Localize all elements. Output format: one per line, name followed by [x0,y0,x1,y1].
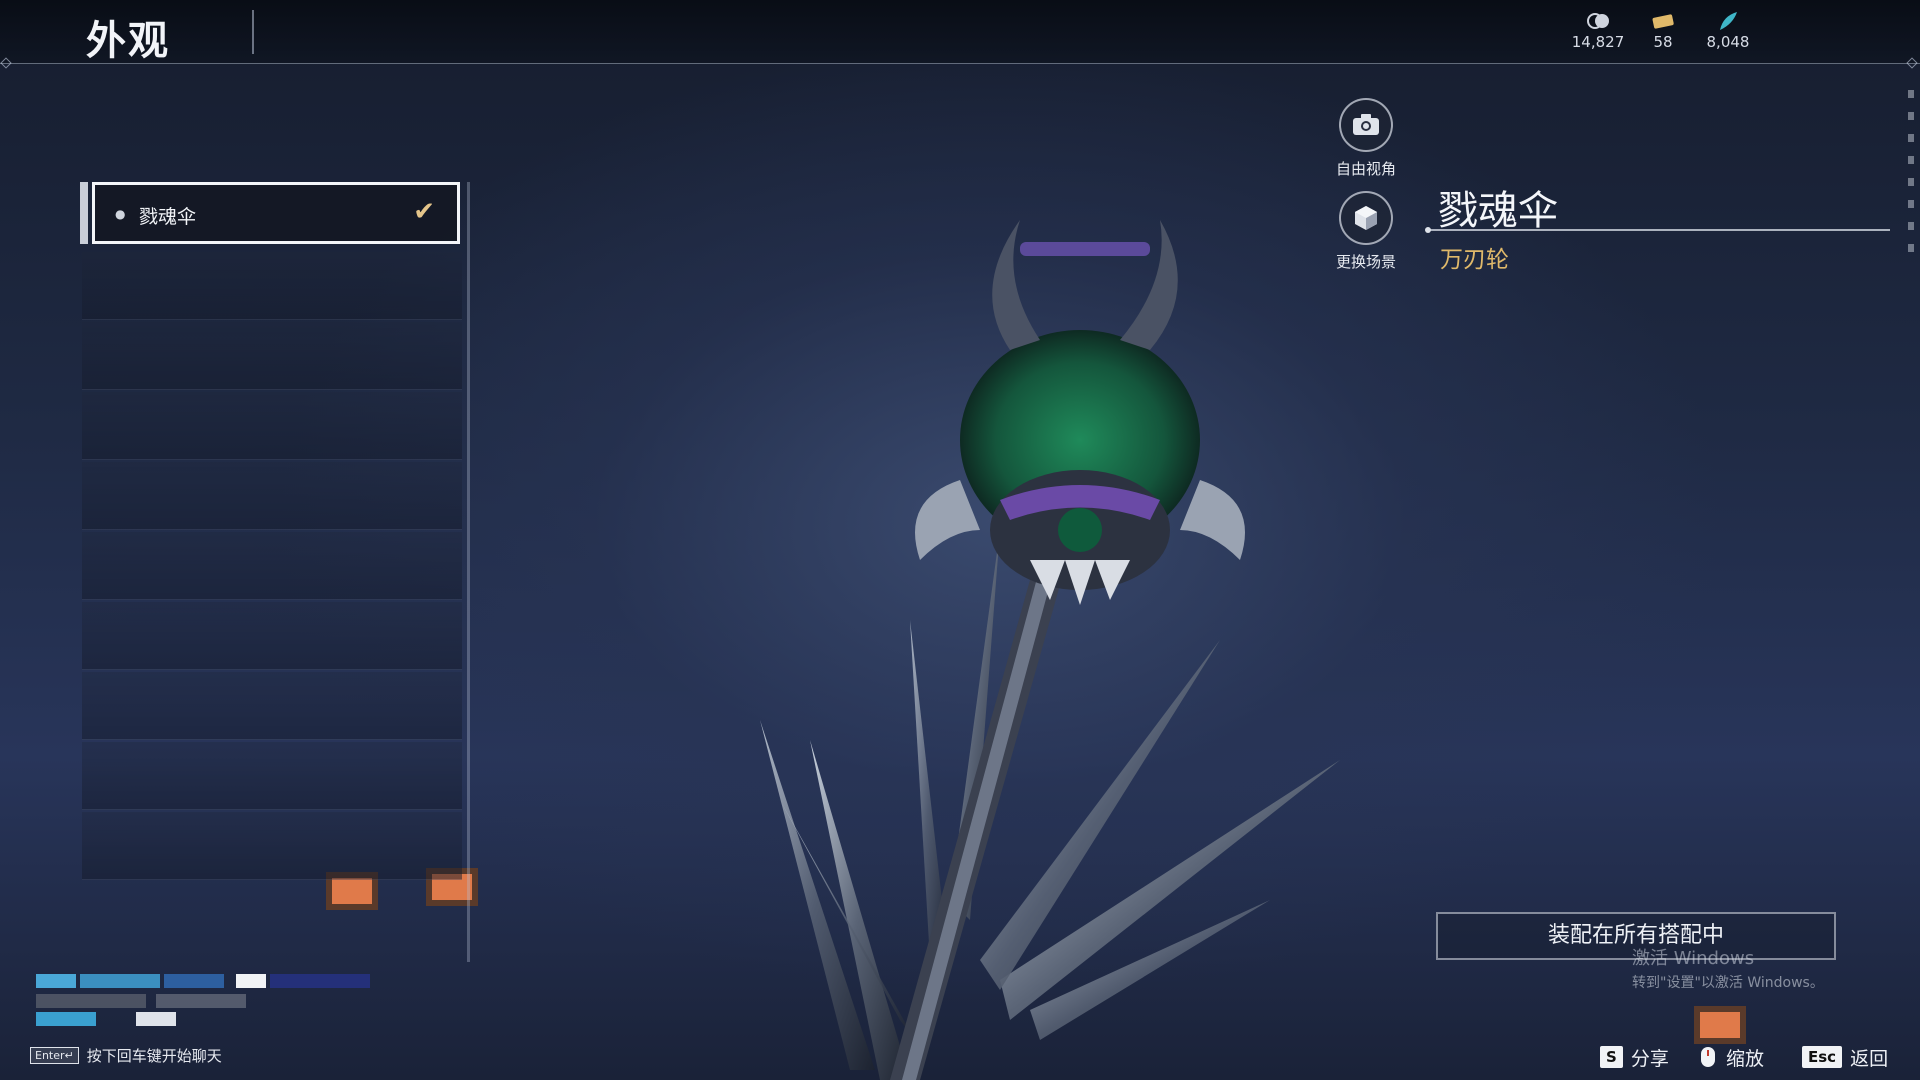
list-item-empty[interactable] [82,322,462,390]
currency-value: 8,048 [1706,33,1750,51]
list-item-empty[interactable] [82,532,462,600]
weapon-preview-model [760,220,1340,1080]
list-item-empty[interactable] [82,602,462,670]
top-divider [0,63,1920,64]
chat-hint-text: 按下回车键开始聊天 [86,1047,222,1065]
page-title: 外观 [86,18,170,64]
list-selection-rail [80,182,88,244]
share-label: 分享 [1630,1047,1669,1070]
currency-coin: 14,827 [1563,10,1633,51]
back-hint[interactable]: Esc 返回 [1802,1044,1888,1070]
droplet-icon: ● [115,207,126,221]
currency-feather: 8,048 [1693,10,1763,51]
info-scrollbar[interactable] [1908,90,1914,280]
list-item-empty[interactable] [82,392,462,460]
cube-icon [1355,206,1377,230]
s-key-badge: S [1600,1046,1623,1068]
chat-log-censored [36,972,396,1032]
chat-hint: Enter↵ 按下回车键开始聊天 [30,1045,222,1066]
title-separator [252,10,254,54]
currency-value: 14,827 [1571,33,1625,51]
list-item-selected[interactable]: ● 戮魂伞 ✔ [92,182,460,244]
ticket-icon [1652,14,1674,29]
free-view-label: 自由视角 [1335,160,1396,178]
back-label: 返回 [1850,1047,1889,1070]
change-scene-button[interactable]: 更换场景 [1321,191,1411,272]
feather-icon [1720,12,1737,30]
check-icon: ✔ [413,197,435,227]
lantern-decoration [1694,1006,1746,1044]
coin-icon [1587,13,1609,29]
list-item-empty[interactable] [82,252,462,320]
free-view-button[interactable]: 自由视角 [1321,98,1411,179]
appearance-list: ● 戮魂伞 ✔ [80,182,470,962]
list-item-empty[interactable] [82,672,462,740]
activation-watermark-text: 转到"设置"以激活 Windows。 [1632,975,1824,991]
currency-ticket: 58 [1628,10,1698,51]
list-item-label: 戮魂伞 [139,206,197,228]
list-item-empty[interactable] [82,812,462,880]
zoom-hint[interactable]: 缩放 [1698,1044,1764,1070]
change-scene-label: 更换场景 [1335,253,1396,271]
item-type: 万刃轮 [1440,247,1509,273]
list-scrollbar[interactable] [467,182,470,962]
list-item-empty[interactable] [82,742,462,810]
item-name: 戮魂伞 [1438,188,1558,234]
esc-key-badge: Esc [1802,1046,1843,1068]
share-hint[interactable]: S 分享 [1600,1044,1669,1070]
activation-watermark-title: 激活 Windows [1632,948,1755,969]
currency-value: 58 [1653,33,1673,51]
item-divider [1428,229,1890,231]
camera-icon [1353,114,1379,135]
zoom-label: 缩放 [1726,1047,1765,1070]
enter-key-badge: Enter↵ [30,1047,79,1064]
list-item-empty[interactable] [82,462,462,530]
mouse-icon [1701,1047,1715,1067]
